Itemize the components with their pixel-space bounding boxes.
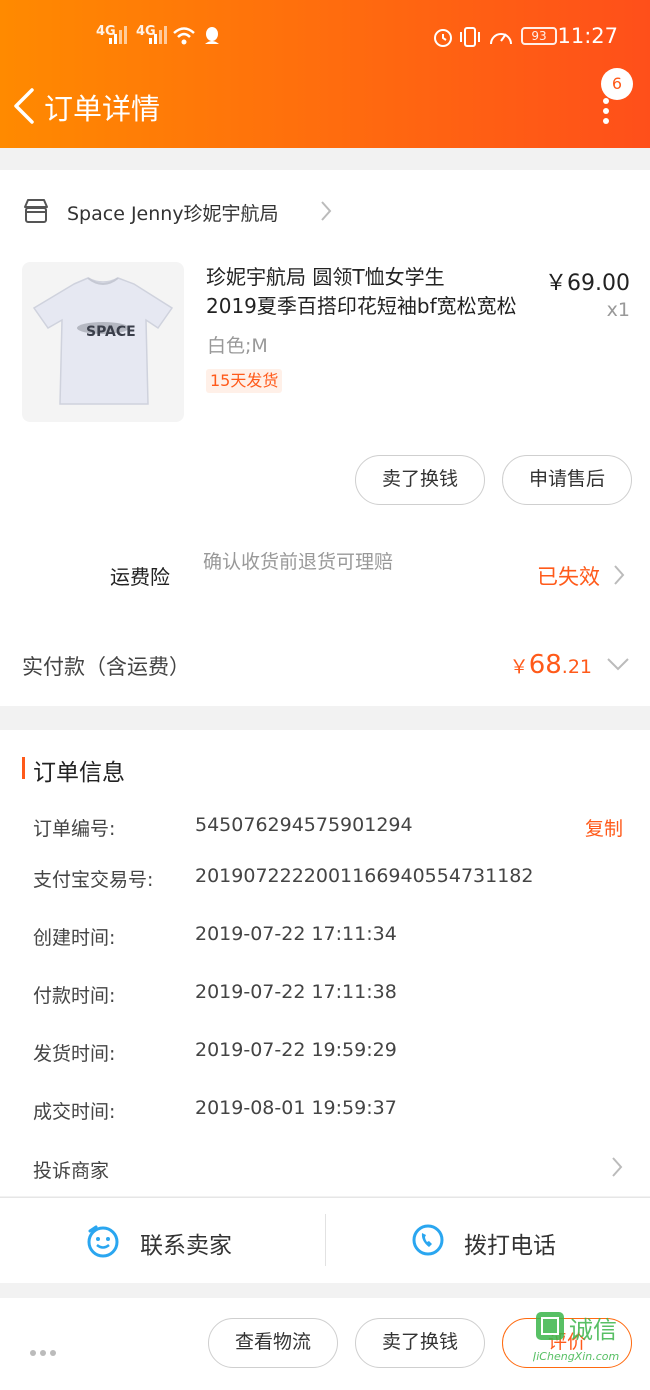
- product-title-line2: 2019夏季百搭印花短袖bf宽松宽松: [206, 294, 517, 318]
- contact-divider: [325, 1214, 326, 1266]
- more-menu-button[interactable]: [598, 98, 614, 124]
- call-phone-button[interactable]: 拨打电话: [464, 1226, 556, 1260]
- shipped-time-label: 发货时间:: [33, 1043, 116, 1065]
- watermark-url: JiChengXin.com: [533, 1350, 619, 1363]
- alipay-trade-label: 支付宝交易号:: [33, 869, 154, 891]
- app-header: 4G 4G 93 11:27 订单详情 6: [0, 0, 650, 148]
- created-time-label: 创建时间:: [33, 927, 116, 949]
- order-info-card: [0, 730, 650, 1196]
- watermark-brand: 诚信: [569, 1316, 617, 1344]
- tshirt-image: SPACE: [32, 277, 174, 405]
- alipay-trade-value: 2019072222001166940554731182: [195, 865, 534, 887]
- copy-button[interactable]: 复制: [585, 814, 623, 841]
- product-title-line1: 珍妮宇航局 圆领T恤女学生: [206, 265, 445, 289]
- completed-time-value: 2019-08-01 19:59:37: [195, 1097, 397, 1119]
- wifi-icon: [173, 27, 195, 45]
- order-number-label: 订单编号:: [33, 818, 116, 840]
- product-quantity: x1: [606, 299, 630, 321]
- page-title: 订单详情: [44, 92, 161, 126]
- more-actions-icon[interactable]: [30, 1341, 60, 1360]
- speed-icon: [490, 33, 512, 45]
- payment-decimal: .21: [561, 656, 592, 678]
- battery-indicator: 93: [521, 27, 557, 45]
- shipping-tag: 15天发货: [206, 369, 283, 393]
- insurance-status[interactable]: 已失效: [537, 561, 600, 591]
- qq-icon: [205, 27, 219, 44]
- resell-button[interactable]: 卖了换钱: [355, 455, 485, 505]
- order-number-value: 545076294575901294: [195, 814, 413, 836]
- view-logistics-button[interactable]: 查看物流: [208, 1318, 338, 1368]
- chevron-right-icon[interactable]: [612, 564, 626, 586]
- back-arrow-icon[interactable]: [10, 86, 40, 126]
- section-accent-bar: [22, 757, 25, 779]
- completed-time-label: 成交时间:: [33, 1101, 116, 1123]
- product-title[interactable]: 珍妮宇航局 圆领T恤女学生 2019夏季百搭印花短袖bf宽松宽松: [206, 263, 536, 321]
- product-thumbnail[interactable]: SPACE: [22, 262, 184, 422]
- message-count-badge: 6: [601, 68, 633, 100]
- payment-currency: ￥: [509, 656, 529, 678]
- order-info-title: 订单信息: [33, 760, 125, 786]
- complaint-link[interactable]: 投诉商家: [33, 1156, 109, 1183]
- resell-bottom-button[interactable]: 卖了换钱: [355, 1318, 485, 1368]
- product-sku: 白色;M: [207, 335, 268, 357]
- status-time: 11:27: [557, 24, 618, 48]
- payment-label: 实付款（含运费）: [22, 655, 190, 679]
- created-time-value: 2019-07-22 17:11:34: [195, 923, 397, 945]
- order-card: [0, 170, 650, 706]
- watermark-logo: 诚信 JiChengXin.com: [533, 1312, 619, 1363]
- vibrate-icon: [460, 27, 480, 47]
- payment-integer: 68: [528, 650, 562, 680]
- paid-time-value: 2019-07-22 17:11:38: [195, 981, 397, 1003]
- tshirt-print-text: SPACE: [86, 324, 136, 340]
- signal-bars-icon: [109, 26, 127, 44]
- chat-smile-icon[interactable]: [85, 1223, 121, 1259]
- store-icon: [24, 199, 48, 223]
- phone-icon[interactable]: [410, 1222, 446, 1258]
- product-price: ￥69.00: [545, 271, 630, 296]
- contact-seller-button[interactable]: 联系卖家: [140, 1226, 232, 1260]
- insurance-label: 运费险: [110, 565, 170, 589]
- after-sale-button[interactable]: 申请售后: [502, 455, 632, 505]
- chevron-right-icon[interactable]: [610, 1156, 624, 1178]
- signal-bars-icon: [149, 26, 167, 44]
- alarm-icon: [434, 29, 452, 47]
- shop-name: Space Jenny珍妮宇航局: [67, 203, 279, 225]
- paid-time-label: 付款时间:: [33, 985, 116, 1007]
- shipped-time-value: 2019-07-22 19:59:29: [195, 1039, 397, 1061]
- insurance-desc: 确认收货前退货可理赔: [203, 551, 394, 573]
- chevron-down-icon[interactable]: [606, 656, 630, 672]
- payment-amount: ￥68.21: [510, 650, 592, 680]
- title-row: 订单详情: [0, 76, 650, 136]
- chevron-right-icon: [321, 201, 332, 221]
- status-bar: 4G 4G 93 11:27: [0, 0, 650, 75]
